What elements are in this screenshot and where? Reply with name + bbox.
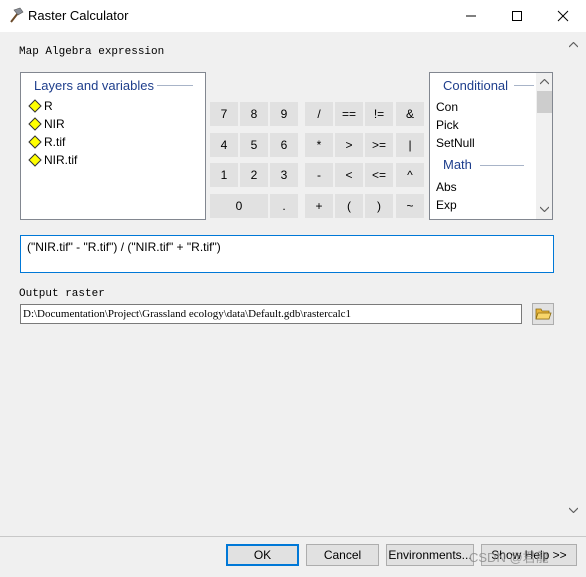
key-less[interactable]: < <box>335 163 363 187</box>
maximize-button[interactable] <box>494 0 540 32</box>
maximize-icon <box>512 11 522 21</box>
cancel-button[interactable]: Cancel <box>306 544 379 566</box>
key-4[interactable]: 4 <box>210 133 238 157</box>
conditional-header: Conditional <box>443 78 509 93</box>
diamond-icon <box>28 117 42 131</box>
scroll-up-icon[interactable] <box>569 42 578 48</box>
key-7[interactable]: 7 <box>210 102 238 126</box>
key-open-paren[interactable]: ( <box>335 194 363 218</box>
ok-button[interactable]: OK <box>226 544 299 566</box>
hammer-icon <box>7 7 25 25</box>
function-item-abs[interactable]: Abs <box>436 180 457 194</box>
key-or[interactable]: | <box>396 133 424 157</box>
key-xor[interactable]: ^ <box>396 163 424 187</box>
diamond-icon <box>28 153 42 167</box>
key-not[interactable]: ~ <box>396 194 424 218</box>
function-item-exp[interactable]: Exp <box>436 198 457 212</box>
functions-scrollbar[interactable] <box>536 73 552 219</box>
key-5[interactable]: 5 <box>240 133 268 157</box>
layer-label: NIR <box>44 117 65 131</box>
output-raster-value: D:\Documentation\Project\Grassland ecolo… <box>23 308 352 320</box>
close-button[interactable] <box>540 0 586 32</box>
layer-label: R <box>44 99 53 113</box>
layers-header: Layers and variables <box>34 78 154 93</box>
layer-item[interactable]: R <box>28 97 53 115</box>
key-minus[interactable]: - <box>305 163 333 187</box>
key-decimal[interactable]: . <box>270 194 298 218</box>
title-bar: Raster Calculator <box>0 0 586 32</box>
key-less-equal[interactable]: <= <box>365 163 393 187</box>
scroll-down-icon[interactable] <box>540 206 549 212</box>
math-header: Math <box>443 157 472 172</box>
key-not-equal[interactable]: != <box>365 102 393 126</box>
expression-input[interactable]: ("NIR.tif" - "R.tif") / ("NIR.tif" + "R.… <box>20 235 554 273</box>
key-greater-equal[interactable]: >= <box>365 133 393 157</box>
map-algebra-label: Map Algebra expression <box>19 46 165 58</box>
minimize-icon <box>466 15 476 17</box>
scroll-up-icon[interactable] <box>540 79 549 85</box>
folder-open-icon <box>535 308 552 320</box>
header-divider <box>514 85 534 86</box>
dialog-scrollbar[interactable] <box>565 32 582 532</box>
output-raster-field[interactable]: D:\Documentation\Project\Grassland ecolo… <box>20 304 522 324</box>
key-6[interactable]: 6 <box>270 133 298 157</box>
browse-button[interactable] <box>532 303 554 325</box>
scroll-thumb[interactable] <box>537 91 552 113</box>
header-divider <box>480 165 524 166</box>
functions-list[interactable]: Conditional Con Pick SetNull Math Abs Ex… <box>429 72 553 220</box>
layer-item[interactable]: R.tif <box>28 133 65 151</box>
function-item-con[interactable]: Con <box>436 100 458 114</box>
key-plus[interactable]: + <box>305 194 333 218</box>
function-item-setnull[interactable]: SetNull <box>436 136 475 150</box>
key-1[interactable]: 1 <box>210 163 238 187</box>
watermark: CSDN @君龍 <box>469 550 549 565</box>
key-greater[interactable]: > <box>335 133 363 157</box>
environments-button[interactable]: Environments... <box>386 544 474 566</box>
output-raster-label: Output raster <box>19 288 105 300</box>
layer-item[interactable]: NIR <box>28 115 65 133</box>
header-divider <box>157 85 193 86</box>
key-0[interactable]: 0 <box>210 194 268 218</box>
key-divide[interactable]: / <box>305 102 333 126</box>
minimize-button[interactable] <box>448 0 494 32</box>
scroll-down-icon[interactable] <box>569 507 578 513</box>
key-8[interactable]: 8 <box>240 102 268 126</box>
key-2[interactable]: 2 <box>240 163 268 187</box>
key-3[interactable]: 3 <box>270 163 298 187</box>
window-title: Raster Calculator <box>28 8 129 23</box>
close-icon <box>557 10 569 22</box>
key-equal[interactable]: == <box>335 102 363 126</box>
layer-item[interactable]: NIR.tif <box>28 151 77 169</box>
layer-label: R.tif <box>44 135 66 149</box>
expression-text: ("NIR.tif" - "R.tif") / ("NIR.tif" + "R.… <box>27 240 221 254</box>
key-9[interactable]: 9 <box>270 102 298 126</box>
key-and[interactable]: & <box>396 102 424 126</box>
layer-label: NIR.tif <box>44 153 78 167</box>
diamond-icon <box>28 135 42 149</box>
function-item-pick[interactable]: Pick <box>436 118 459 132</box>
diamond-icon <box>28 99 42 113</box>
key-close-paren[interactable]: ) <box>365 194 393 218</box>
layers-list[interactable]: Layers and variables R NIR R.tif NIR.tif <box>20 72 206 220</box>
key-multiply[interactable]: * <box>305 133 333 157</box>
